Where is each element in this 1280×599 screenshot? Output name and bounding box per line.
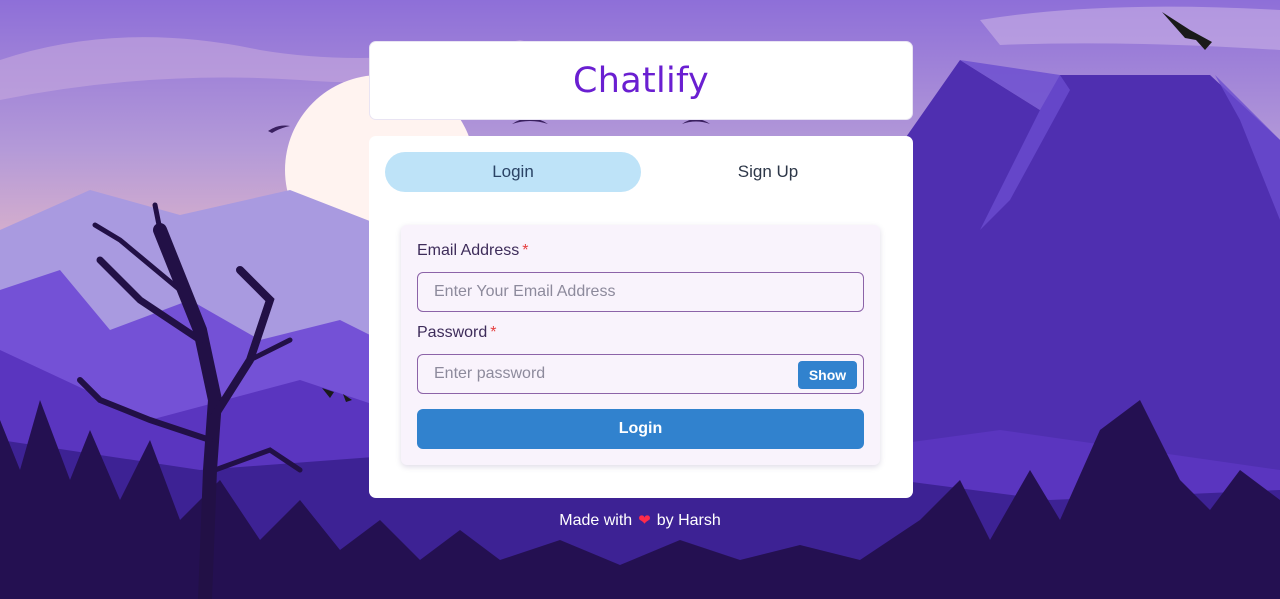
email-label: Email Address *	[417, 242, 529, 260]
tab-sign-up[interactable]: Sign Up	[640, 152, 896, 192]
password-placeholder: Enter password	[434, 365, 546, 382]
email-input[interactable]: Enter Your Email Address	[417, 272, 864, 312]
footer: Made with ❤ by Harsh	[0, 511, 1280, 530]
login-button[interactable]: Login	[417, 409, 864, 449]
email-placeholder: Enter Your Email Address	[434, 283, 616, 300]
email-label-text: Email Address	[417, 242, 520, 259]
tab-login[interactable]: Login	[385, 152, 641, 192]
footer-prefix: Made with	[559, 512, 633, 529]
auth-card: Login Sign Up Email Address * Enter Your …	[369, 136, 913, 498]
title-card: Chatlify	[369, 41, 913, 120]
required-mark: *	[522, 242, 529, 259]
heart-icon: ❤	[638, 512, 651, 529]
required-mark: *	[490, 324, 497, 341]
footer-suffix: by Harsh	[656, 512, 721, 529]
app-title: Chatlify	[572, 60, 710, 101]
password-label: Password *	[417, 324, 496, 342]
password-label-text: Password	[417, 324, 488, 341]
login-form: Email Address * Enter Your Email Address …	[401, 225, 880, 465]
password-input[interactable]: Enter password Show	[417, 354, 864, 394]
show-password-button[interactable]: Show	[798, 361, 857, 389]
